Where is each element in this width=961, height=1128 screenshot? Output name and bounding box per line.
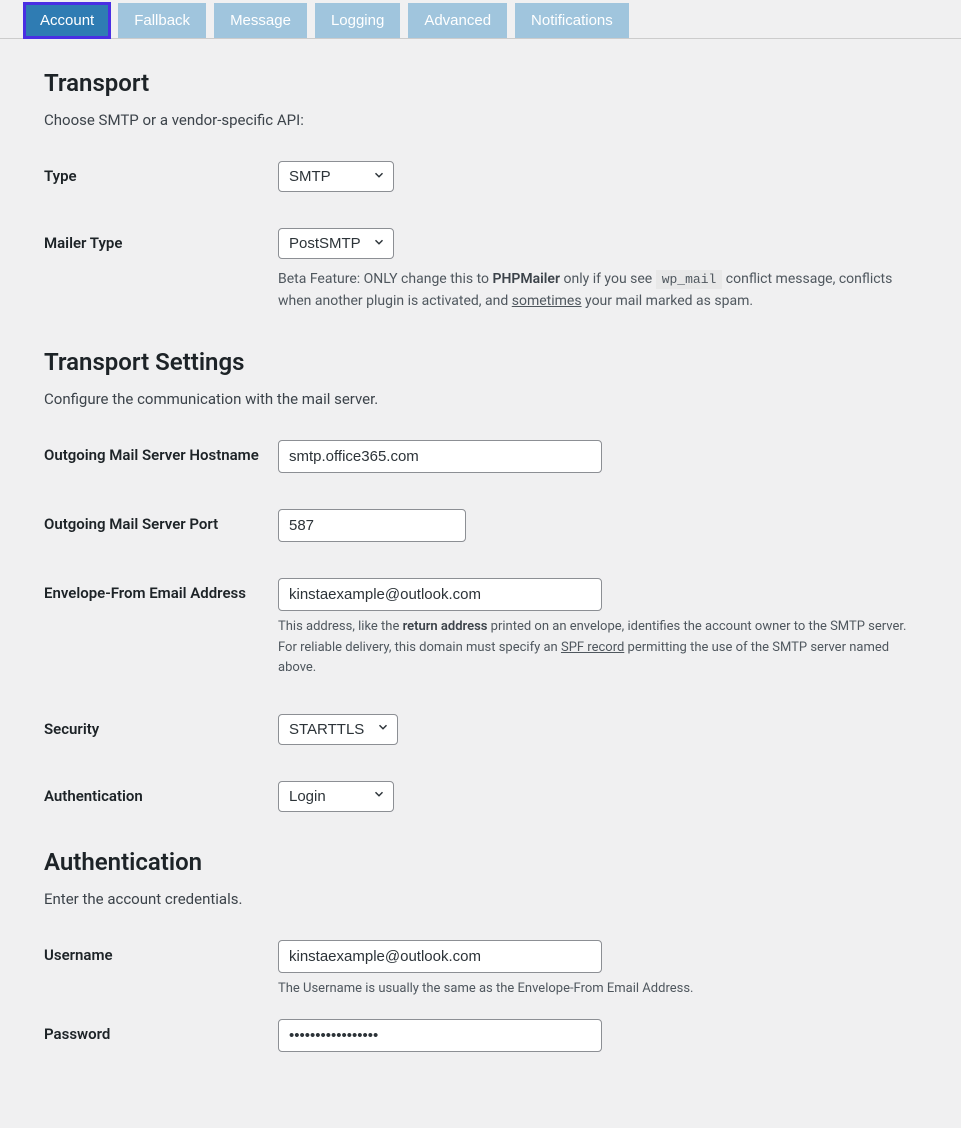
security-label: Security [44, 714, 278, 740]
tab-fallback[interactable]: Fallback [118, 3, 206, 38]
transport-desc: Choose SMTP or a vendor-specific API: [44, 111, 917, 129]
port-label: Outgoing Mail Server Port [44, 509, 278, 535]
security-select[interactable]: STARTTLS [278, 714, 398, 745]
username-label: Username [44, 940, 278, 966]
authentication-section: Authentication Enter the account credent… [44, 848, 917, 1052]
username-input[interactable] [278, 940, 602, 973]
hostname-label: Outgoing Mail Server Hostname [44, 440, 278, 466]
envelope-from-input[interactable] [278, 578, 602, 611]
tab-notifications[interactable]: Notifications [515, 3, 629, 38]
transport-section: Transport Choose SMTP or a vendor-specif… [44, 69, 917, 312]
port-input[interactable] [278, 509, 466, 542]
tab-logging[interactable]: Logging [315, 3, 400, 38]
mailer-type-label: Mailer Type [44, 228, 278, 254]
tab-message[interactable]: Message [214, 3, 307, 38]
username-help-text: The Username is usually the same as the … [278, 979, 917, 999]
mailer-help-text: Beta Feature: ONLY change this to PHPMai… [278, 269, 917, 312]
envelope-from-label: Envelope-From Email Address [44, 578, 278, 604]
transport-settings-heading: Transport Settings [44, 348, 917, 376]
transport-settings-section: Transport Settings Configure the communi… [44, 348, 917, 811]
hostname-input[interactable] [278, 440, 602, 473]
type-label: Type [44, 161, 278, 187]
type-select[interactable]: SMTP [278, 161, 394, 192]
envelope-help-text: This address, like the return address pr… [278, 617, 917, 677]
tabs-bar: Account Fallback Message Logging Advance… [0, 0, 961, 39]
mailer-type-select[interactable]: PostSMTP [278, 228, 394, 259]
authentication-select[interactable]: Login [278, 781, 394, 812]
authentication-desc: Enter the account credentials. [44, 890, 917, 908]
content-area: Transport Choose SMTP or a vendor-specif… [0, 39, 961, 1128]
tab-advanced[interactable]: Advanced [408, 3, 507, 38]
authentication-heading: Authentication [44, 848, 917, 876]
tab-account[interactable]: Account [24, 3, 110, 38]
password-label: Password [44, 1019, 278, 1045]
transport-settings-desc: Configure the communication with the mai… [44, 390, 917, 408]
transport-heading: Transport [44, 69, 917, 97]
authentication-label: Authentication [44, 781, 278, 807]
